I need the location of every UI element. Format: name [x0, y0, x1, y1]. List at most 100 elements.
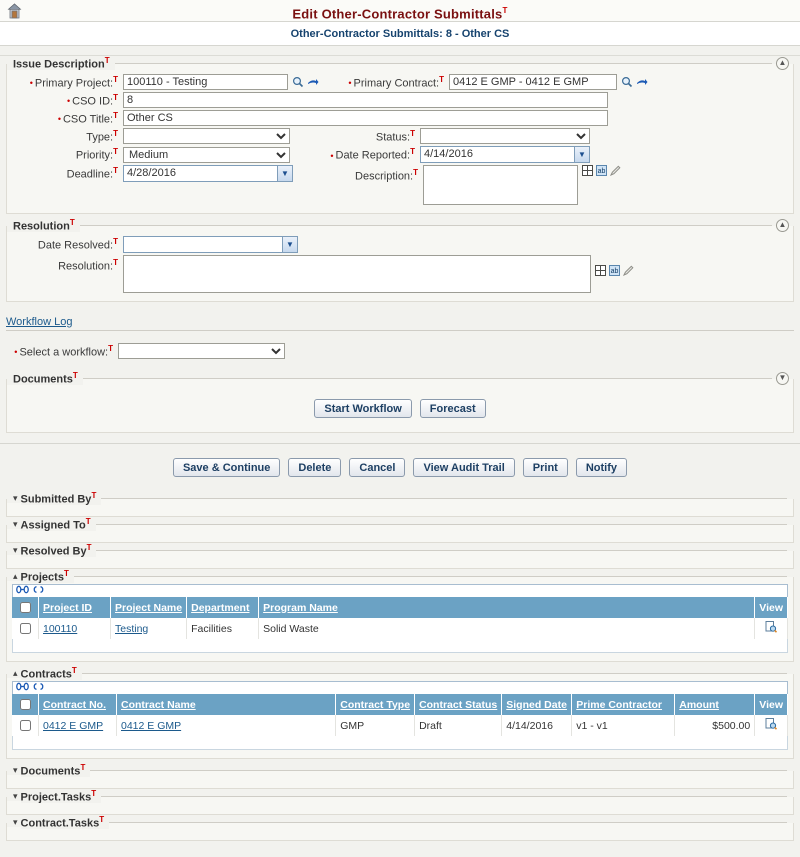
assigned-to-panel[interactable]: ▾ Assigned ToT: [6, 516, 794, 543]
primary-project-magnifier-icon[interactable]: [292, 76, 304, 88]
description-expand-icon[interactable]: [582, 165, 594, 177]
select-workflow-sup: T: [108, 343, 113, 353]
contracts-col-contract-status-label[interactable]: Contract Status: [419, 699, 497, 711]
table-row[interactable]: 0412 E GMP 0412 E GMP GMP Draft 4/14/201…: [12, 715, 788, 736]
issue-description-legend: Issue DescriptionT: [7, 55, 115, 71]
projects-col-program-name-label[interactable]: Program Name: [263, 602, 338, 614]
contracts-chevron-up-icon[interactable]: ▴: [7, 668, 21, 678]
submitted-by-panel[interactable]: ▾ Submitted ByT: [6, 490, 794, 517]
primary-project-input[interactable]: [123, 74, 288, 90]
resolution-textarea[interactable]: [123, 255, 591, 293]
contracts-col-contract-no[interactable]: Contract No.: [38, 694, 117, 715]
documents-panel-chevron-down-icon[interactable]: ▾: [7, 765, 21, 775]
projects-col-project-id[interactable]: Project ID: [38, 597, 111, 618]
resolved-by-chevron-down-icon[interactable]: ▾: [7, 545, 21, 555]
date-reported-calendar-dropdown-icon[interactable]: ▼: [574, 147, 589, 162]
resolution-collapse-chevron-up-icon[interactable]: ▲: [776, 218, 789, 232]
submitted-by-chevron-down-icon[interactable]: ▾: [7, 493, 21, 503]
contracts-row-view-detail-icon[interactable]: [765, 718, 778, 733]
resolution-spellcheck-icon[interactable]: ab: [609, 265, 621, 277]
documents-panel[interactable]: ▾ DocumentsT: [6, 762, 794, 789]
print-button[interactable]: Print: [522, 458, 568, 477]
projects-col-department[interactable]: Department: [186, 597, 260, 618]
projects-chevron-up-icon[interactable]: ▴: [7, 571, 21, 581]
projects-unlink-icon[interactable]: [32, 585, 45, 597]
resolution-expand-icon[interactable]: [595, 265, 607, 277]
table-row[interactable]: 100110 Testing Facilities Solid Waste: [12, 618, 788, 639]
projects-col-department-label[interactable]: Department: [191, 602, 249, 614]
projects-col-project-name-label[interactable]: Project Name: [115, 602, 182, 614]
deadline-calendar-dropdown-icon[interactable]: ▼: [277, 166, 292, 181]
cso-title-label-text: CSO Title:: [62, 113, 114, 126]
projects-row-checkbox[interactable]: [20, 623, 31, 634]
contracts-col-contract-status[interactable]: Contract Status: [414, 694, 503, 715]
projects-row-view-cell: [754, 618, 788, 639]
contracts-col-contract-type[interactable]: Contract Type: [335, 694, 416, 715]
contract-tasks-panel[interactable]: ▾ Contract.TasksT: [6, 814, 794, 841]
contracts-col-prime-contractor[interactable]: Prime Contractor: [571, 694, 676, 715]
deadline-value: 4/28/2016: [127, 167, 176, 179]
cancel-button[interactable]: Cancel: [349, 458, 406, 477]
projects-row-view-detail-icon[interactable]: [765, 621, 778, 636]
workflow-log-link[interactable]: Workflow Log: [6, 316, 72, 328]
forecast-button[interactable]: Forecast: [419, 399, 486, 418]
contracts-col-contract-type-label[interactable]: Contract Type: [340, 699, 410, 711]
row-cso-id: • CSO ID:T: [11, 92, 789, 108]
project-tasks-chevron-down-icon[interactable]: ▾: [7, 791, 21, 801]
delete-button[interactable]: Delete: [288, 458, 342, 477]
contracts-col-amount[interactable]: Amount: [674, 694, 756, 715]
date-reported-input[interactable]: 4/14/2016 ▼: [420, 146, 590, 163]
type-select[interactable]: [123, 128, 290, 144]
date-resolved-calendar-dropdown-icon[interactable]: ▼: [282, 237, 297, 252]
contracts-col-amount-label[interactable]: Amount: [679, 699, 719, 711]
issue-description-collapse-chevron-up-icon[interactable]: ▲: [776, 56, 789, 70]
cso-title-input[interactable]: [123, 110, 608, 126]
projects-col-project-name[interactable]: Project Name: [110, 597, 188, 618]
primary-project-arrow-right-icon[interactable]: [307, 76, 319, 88]
cso-id-label: • CSO ID:T: [11, 93, 123, 108]
description-spellcheck-icon[interactable]: ab: [596, 165, 608, 177]
contracts-unlink-icon[interactable]: [32, 682, 45, 694]
resolved-by-panel[interactable]: ▾ Resolved ByT: [6, 542, 794, 569]
contracts-col-signed-date-label[interactable]: Signed Date: [506, 699, 567, 711]
projects-row-project-name-link[interactable]: Testing: [115, 623, 148, 635]
contracts-select-all-checkbox[interactable]: [20, 699, 31, 710]
contracts-row-contract-name-link[interactable]: 0412 E GMP: [121, 720, 181, 732]
status-select[interactable]: [420, 128, 590, 144]
project-tasks-panel[interactable]: ▾ Project.TasksT: [6, 788, 794, 815]
contracts-row-contract-no-link[interactable]: 0412 E GMP: [43, 720, 103, 732]
contracts-col-signed-date[interactable]: Signed Date: [501, 694, 573, 715]
documents-workflow-collapse-chevron-down-icon[interactable]: ▼: [776, 371, 789, 385]
home-icon[interactable]: [7, 3, 22, 19]
deadline-input[interactable]: 4/28/2016 ▼: [123, 165, 293, 182]
documents-workflow-section: DocumentsT ▼ Start Workflow Forecast: [6, 370, 794, 433]
description-edit-pencil-icon[interactable]: [609, 165, 622, 177]
projects-link-icon[interactable]: [16, 585, 29, 597]
resolution-edit-pencil-icon[interactable]: [622, 265, 635, 277]
date-resolved-input[interactable]: ▼: [123, 236, 298, 253]
primary-contract-input[interactable]: [449, 74, 617, 90]
contracts-col-contract-name[interactable]: Contract Name: [116, 694, 337, 715]
description-textarea[interactable]: [423, 165, 578, 205]
projects-col-program-name[interactable]: Program Name: [258, 597, 756, 618]
contracts-grid-toolbar: [12, 681, 788, 694]
projects-select-all-checkbox[interactable]: [20, 602, 31, 613]
contracts-link-icon[interactable]: [16, 682, 29, 694]
cso-id-input[interactable]: [123, 92, 608, 108]
primary-contract-arrow-right-icon[interactable]: [636, 76, 648, 88]
start-workflow-button[interactable]: Start Workflow: [314, 399, 412, 418]
contract-tasks-chevron-down-icon[interactable]: ▾: [7, 817, 21, 827]
projects-row-project-id-link[interactable]: 100110: [43, 623, 77, 635]
contracts-col-contract-no-label[interactable]: Contract No.: [43, 699, 106, 711]
projects-col-project-id-label[interactable]: Project ID: [43, 602, 92, 614]
save-and-continue-button[interactable]: Save & Continue: [172, 458, 281, 477]
notify-button[interactable]: Notify: [575, 458, 628, 477]
contracts-col-prime-contractor-label[interactable]: Prime Contractor: [576, 699, 662, 711]
assigned-to-chevron-down-icon[interactable]: ▾: [7, 519, 21, 529]
primary-contract-magnifier-icon[interactable]: [621, 76, 633, 88]
view-audit-trail-button[interactable]: View Audit Trail: [413, 458, 515, 477]
contracts-row-checkbox[interactable]: [20, 720, 31, 731]
contracts-col-contract-name-label[interactable]: Contract Name: [121, 699, 196, 711]
priority-select[interactable]: Medium: [123, 146, 290, 163]
select-workflow-select[interactable]: [118, 343, 285, 359]
